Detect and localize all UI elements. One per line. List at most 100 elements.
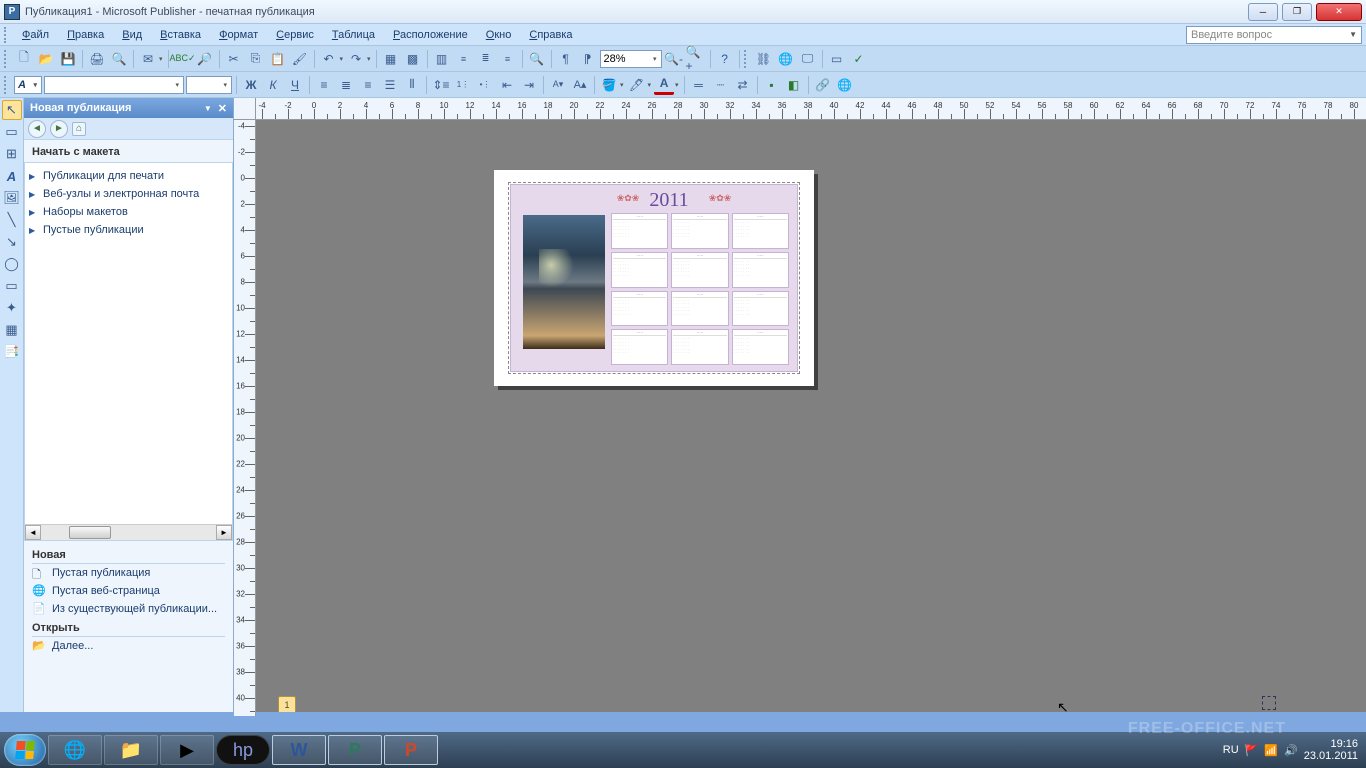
increase-indent-icon[interactable]: ⇥	[519, 75, 539, 95]
nav-forward-icon[interactable]: ►	[50, 120, 68, 138]
tp-item-print[interactable]: Публикации для печати	[27, 167, 230, 185]
3d-icon[interactable]: ◧	[784, 75, 804, 95]
paragraph-icon[interactable]: ¶	[556, 49, 576, 69]
dropdown-arrow-icon[interactable]: ▾	[340, 55, 344, 63]
menu-table[interactable]: Таблица	[324, 27, 383, 43]
arrow-style-icon[interactable]: ⇄	[733, 75, 753, 95]
help-search-box[interactable]: Введите вопрос▼	[1186, 26, 1362, 44]
bold-icon[interactable]: Ж	[241, 75, 261, 95]
menu-arrange[interactable]: Расположение	[385, 27, 476, 43]
insert-hyperlink-icon[interactable]: 🔗	[813, 75, 833, 95]
horizontal-scrollbar[interactable]: ◄ ►	[25, 524, 232, 540]
send-back-icon[interactable]: ▩	[403, 49, 423, 69]
taskbar-powerpoint[interactable]: P	[384, 735, 438, 765]
help-icon[interactable]: ?	[715, 49, 735, 69]
dropdown-arrow-icon[interactable]: ▾	[648, 81, 652, 89]
line-spacing-icon[interactable]: ⇕≡	[431, 75, 451, 95]
font-size-combo[interactable]: ▾	[186, 76, 232, 94]
dash-style-icon[interactable]: ┈	[711, 75, 731, 95]
taskbar-publisher[interactable]: P	[328, 735, 382, 765]
wordart-tool-icon[interactable]: A	[2, 166, 22, 186]
paste-icon[interactable]: 📋	[268, 49, 288, 69]
zoom-out-icon[interactable]: 🔍-	[664, 49, 684, 69]
design-checker-icon[interactable]: ✓	[849, 49, 869, 69]
web-preview-icon[interactable]: 🌐	[835, 75, 855, 95]
menu-tools[interactable]: Сервис	[268, 27, 322, 43]
tray-flag-icon[interactable]: 🚩	[1245, 744, 1259, 757]
fill-color-icon[interactable]: 🪣	[599, 75, 619, 95]
print-preview-icon[interactable]: 🔍	[109, 49, 129, 69]
link-more[interactable]: 📂Далее...	[32, 637, 225, 655]
close-icon[interactable]: ✕	[218, 102, 227, 115]
zoom-in-icon[interactable]: 🔍+	[686, 49, 706, 69]
toolbar-grip[interactable]	[744, 50, 750, 68]
link-from-existing[interactable]: 📄Из существующей публикации...	[32, 600, 225, 618]
align-right-icon[interactable]: ≡	[358, 75, 378, 95]
line-color-icon[interactable]: 🖊	[627, 75, 647, 95]
dropdown-arrow-icon[interactable]: ▾	[620, 81, 624, 89]
line-tool-icon[interactable]: ╲	[2, 210, 22, 230]
save-icon[interactable]: 💾	[58, 49, 78, 69]
bullets-icon[interactable]: •⋮	[475, 75, 495, 95]
increase-font-icon[interactable]: A▴	[570, 75, 590, 95]
tp-item-web[interactable]: Веб-узлы и электронная почта	[27, 185, 230, 203]
rectangle-tool-icon[interactable]: ▭	[2, 276, 22, 296]
dropdown-arrow-icon[interactable]: ▾	[159, 55, 163, 63]
start-button[interactable]	[4, 734, 46, 766]
underline-icon[interactable]: Ч	[285, 75, 305, 95]
menu-format[interactable]: Формат	[211, 27, 266, 43]
tray-volume-icon[interactable]: 🔊	[1284, 744, 1298, 757]
select-tool-icon[interactable]: ↖	[2, 100, 22, 120]
picture-frame-icon[interactable]: 🖼	[2, 188, 22, 208]
tray-clock[interactable]: 19:16 23.01.2011	[1304, 738, 1358, 762]
taskbar-explorer[interactable]: 📁	[104, 735, 158, 765]
page-tab[interactable]: 1	[278, 696, 296, 712]
horizontal-ruler[interactable]: -4-2024681012141618202224262830323436384…	[256, 98, 1366, 120]
autoshapes-icon[interactable]: ✦	[2, 298, 22, 318]
align-center-icon[interactable]: ≣	[336, 75, 356, 95]
style-combo[interactable]: A▾	[14, 76, 42, 94]
hotspot-tool-icon[interactable]: ▦	[2, 320, 22, 340]
redo-icon[interactable]: ↷	[346, 49, 366, 69]
link-blank-pub[interactable]: 🗋Пустая публикация	[32, 564, 225, 582]
taskbar-mediaplayer[interactable]: ▶	[160, 735, 214, 765]
bring-front-icon[interactable]: ▦	[381, 49, 401, 69]
email-icon[interactable]: ✉	[138, 49, 158, 69]
menu-help[interactable]: Справка	[521, 27, 580, 43]
table-tool-icon[interactable]: ⊞	[2, 144, 22, 164]
preview-icon[interactable]: 🖵	[798, 49, 818, 69]
taskbar-hp[interactable]: hp	[216, 735, 270, 765]
special-chars-icon[interactable]: ⁋	[578, 49, 598, 69]
nav-back-icon[interactable]: ◄	[28, 120, 46, 138]
chevron-down-icon[interactable]: ▼	[204, 104, 212, 113]
align-center-icon[interactable]: ≣	[476, 49, 496, 69]
font-color-icon[interactable]: A	[654, 75, 674, 95]
dropdown-arrow-icon[interactable]: ▾	[367, 55, 371, 63]
taskbar-ie[interactable]: 🌐	[48, 735, 102, 765]
tp-item-blank[interactable]: Пустые публикации	[27, 221, 230, 239]
arrow-tool-icon[interactable]: ↘	[2, 232, 22, 252]
align-left-icon[interactable]: ≡	[454, 49, 474, 69]
decrease-indent-icon[interactable]: ⇤	[497, 75, 517, 95]
scroll-left-icon[interactable]: ◄	[25, 525, 41, 540]
connect-toolbox-icon[interactable]: ⛓	[754, 49, 774, 69]
menu-view[interactable]: Вид	[114, 27, 150, 43]
numbering-icon[interactable]: 1⋮	[453, 75, 473, 95]
copy-icon[interactable]: ⎘	[246, 49, 266, 69]
spelling-icon[interactable]: ABC✓	[173, 49, 193, 69]
scroll-right-icon[interactable]: ►	[216, 525, 232, 540]
vertical-ruler[interactable]: -4-2024681012141618202224262830323436384…	[234, 120, 256, 716]
text-box-tool-icon[interactable]: ▭	[2, 122, 22, 142]
align-justify-icon[interactable]: ☰	[380, 75, 400, 95]
link-blank-web[interactable]: 🌐Пустая веб-страница	[32, 582, 225, 600]
new-icon[interactable]: 🗋	[14, 49, 34, 69]
align-left-icon[interactable]: ≡	[314, 75, 334, 95]
italic-icon[interactable]: К	[263, 75, 283, 95]
zoom-combo[interactable]: 28%▾	[600, 50, 662, 68]
shadow-icon[interactable]: ▪	[762, 75, 782, 95]
design-gallery-tool-icon[interactable]: 📑	[2, 342, 22, 362]
design-gallery-icon[interactable]: ▭	[827, 49, 847, 69]
format-painter-icon[interactable]: 🖌	[290, 49, 310, 69]
webtools-icon[interactable]: 🌐	[776, 49, 796, 69]
oval-tool-icon[interactable]: ◯	[2, 254, 22, 274]
